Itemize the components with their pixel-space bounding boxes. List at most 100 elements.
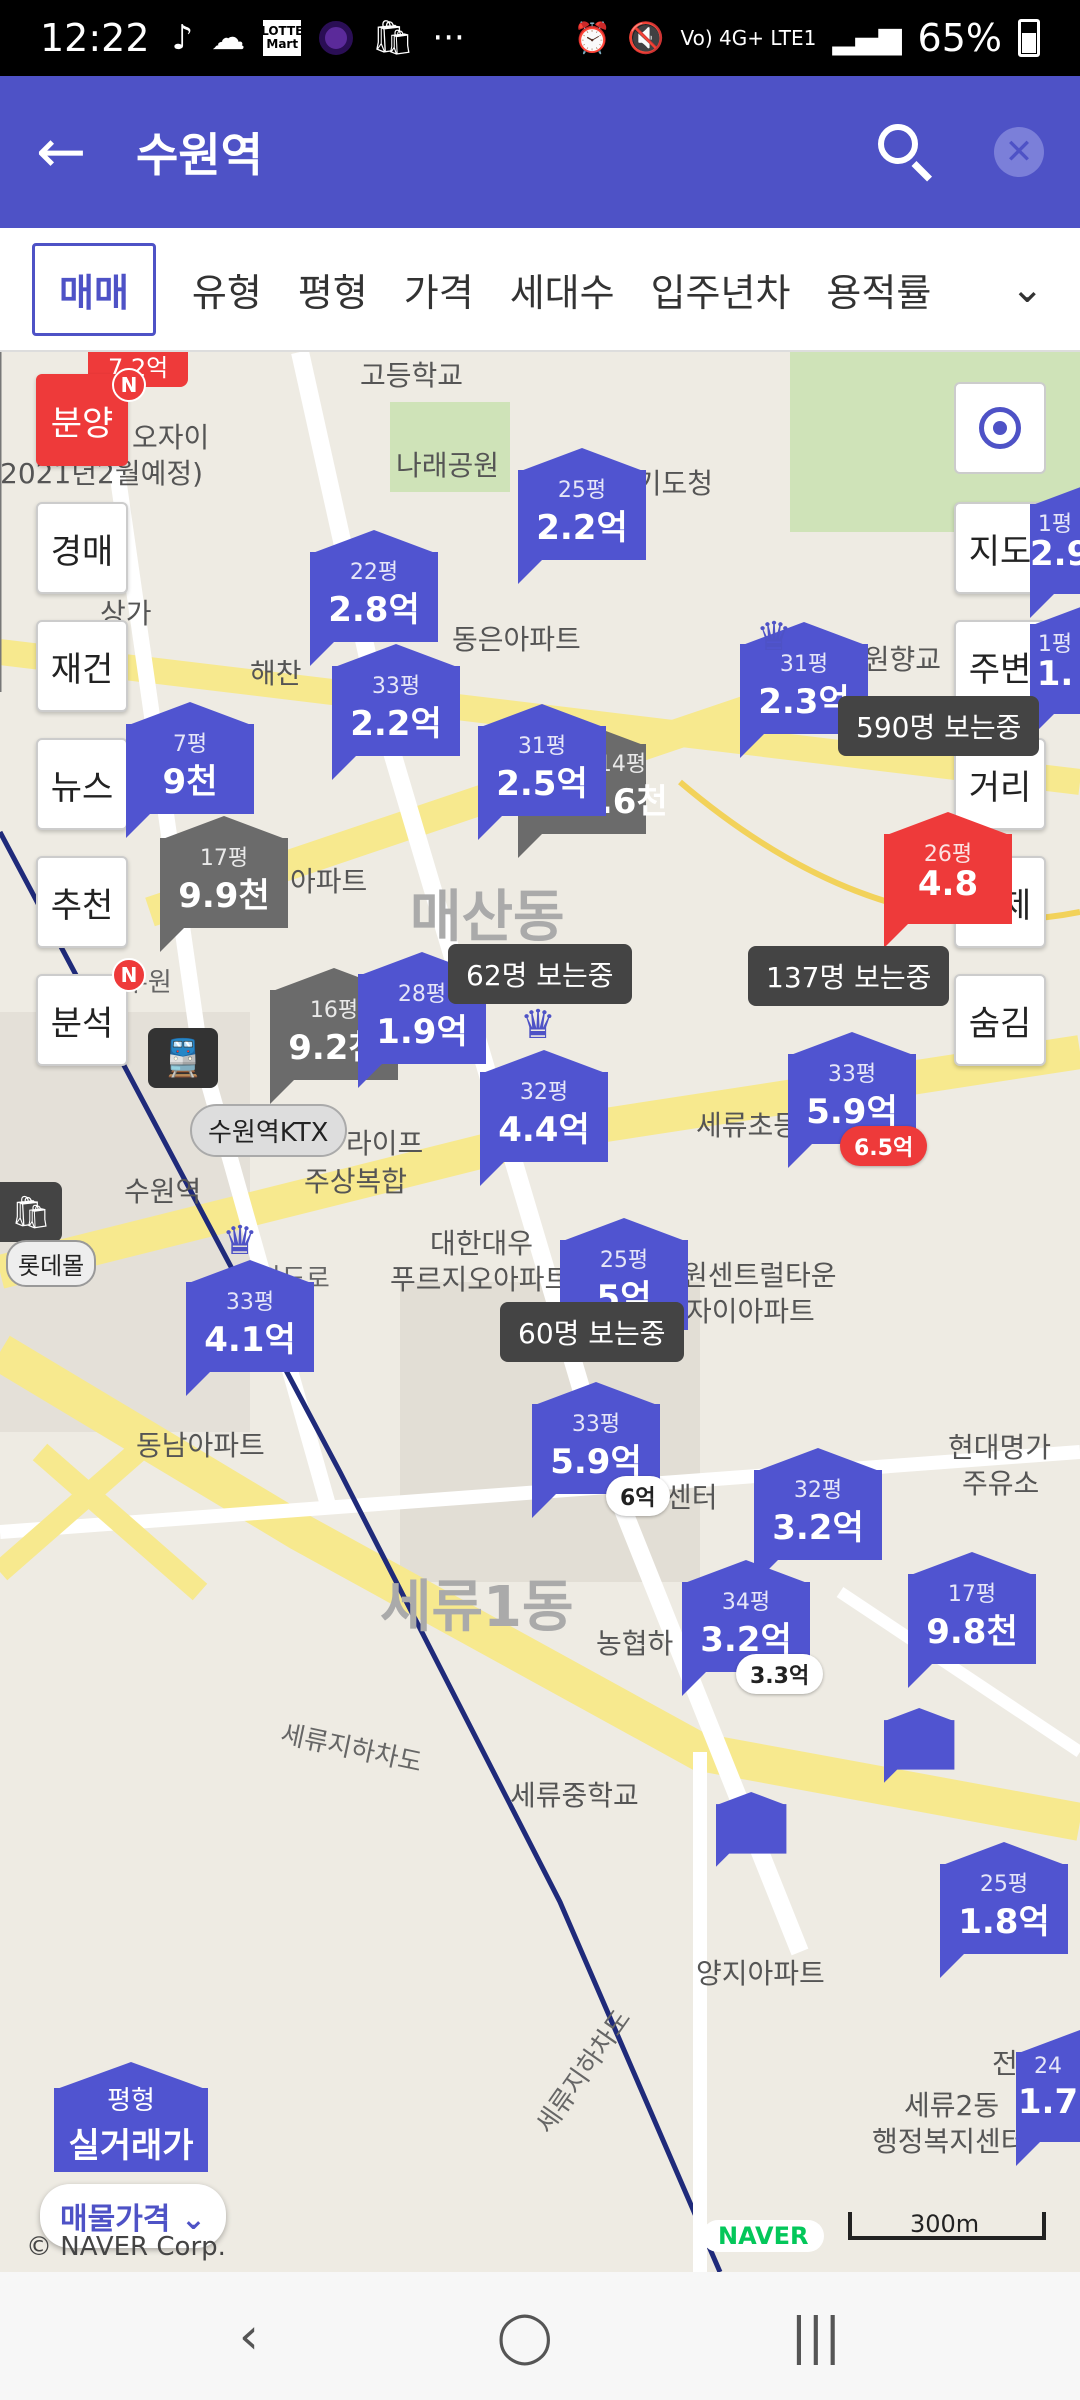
filter-move-in-year[interactable]: 입주년차 <box>651 262 791 317</box>
map-label: 대한대우 <box>430 1227 534 1260</box>
current-location-button[interactable] <box>954 382 1046 474</box>
price-marker[interactable]: 32평 3.2억 <box>754 1448 882 1584</box>
chevron-down-icon[interactable]: ⌄ <box>960 228 1080 350</box>
map-label: 세류중학교 <box>510 1779 639 1812</box>
price-sub-badge: 6.5억 <box>840 1126 928 1166</box>
legend-marker[interactable]: 평형 실거래가 <box>54 2062 208 2172</box>
side-button-auction[interactable]: 경매 <box>36 502 128 594</box>
map-label: 동남아파트 <box>136 1429 265 1462</box>
map-label: 세류2동 <box>904 2089 1000 2122</box>
price-marker[interactable]: 34평 3.2억 3.3억 <box>682 1560 824 1696</box>
mute-icon: 🔇 <box>627 20 665 56</box>
price-marker[interactable]: 26평 4.8 <box>884 812 1012 948</box>
map-label: 현대명가 <box>948 1431 1052 1464</box>
battery-percent: 65% <box>917 16 1002 60</box>
viewers-badge[interactable]: 590명 보는중 <box>838 696 1040 756</box>
map-label: 세류초등 <box>696 1109 800 1142</box>
system-nav-bar: ‹ ◯ ||| <box>0 2272 1080 2400</box>
map-label: 주유소 <box>962 1467 1040 1500</box>
station-label[interactable]: 수원역KTX <box>190 1104 347 1157</box>
viewers-badge[interactable]: 62명 보는중 <box>448 944 632 1004</box>
side-button-news[interactable]: 뉴스 <box>36 738 128 830</box>
shopping-bag-icon[interactable]: 🛍 <box>0 1182 62 1242</box>
price-marker[interactable]: 33평 2.2억 <box>332 644 460 780</box>
side-button-rebuild[interactable]: 재건 <box>36 620 128 712</box>
price-marker[interactable]: 7평 9천 <box>126 702 254 838</box>
alarm-icon: ⏰ <box>573 20 612 56</box>
viewers-badge[interactable]: 137명 보는중 <box>748 946 950 1006</box>
cloud-icon: ☁ <box>211 18 246 58</box>
filter-price[interactable]: 가격 <box>404 262 474 317</box>
filter-floor-area-ratio[interactable]: 용적률 <box>826 262 931 317</box>
map-view[interactable]: 고등학교 나래공원 경기도청 오자이 2021년2월예정) 상가 동은아파트 해… <box>0 352 1080 2272</box>
nav-home-icon[interactable]: ◯ <box>497 2307 553 2365</box>
side-button-recommend[interactable]: 추천 <box>36 856 128 948</box>
map-label: 행정복지센터 <box>872 2125 1027 2158</box>
side-button-hide[interactable]: 숨김 <box>954 974 1046 1066</box>
crown-icon: ♛ <box>756 614 792 660</box>
legend-line1: 평형 <box>107 2086 155 2116</box>
map-label: 센터 <box>666 1481 718 1514</box>
naver-logo: NAVER <box>702 2220 825 2252</box>
price-marker[interactable]: 17평 9.9천 <box>160 816 288 952</box>
copyright: © NAVER Corp. <box>26 2232 226 2262</box>
price-marker[interactable]: 32평 4.4억 <box>480 1050 608 1186</box>
price-marker[interactable]: 25평 1.8억 <box>940 1842 1068 1978</box>
viewers-badge[interactable]: 60명 보는중 <box>500 1302 684 1362</box>
more-icon: ··· <box>432 18 465 58</box>
map-label: 아파트 <box>290 865 368 898</box>
filter-bar: 매매 유형 평형 가격 세대수 입주년차 용적률 ⌄ <box>0 228 1080 352</box>
new-badge: N <box>112 368 146 402</box>
map-label: 주상복합 <box>304 1165 408 1198</box>
search-icon[interactable] <box>874 120 938 184</box>
search-query[interactable]: 수원역 <box>136 119 263 185</box>
district-label: 매산동 <box>410 885 565 950</box>
clear-icon[interactable]: ✕ <box>994 127 1044 177</box>
music-icon: ♪ <box>171 18 194 58</box>
train-icon[interactable]: 🚆 <box>148 1028 218 1088</box>
filter-area[interactable]: 평형 <box>298 262 368 317</box>
map-label: 원센트럴타운 <box>682 1259 837 1292</box>
filter-type[interactable]: 유형 <box>192 262 262 317</box>
back-arrow-icon[interactable]: ← <box>36 117 116 187</box>
poi-label[interactable]: 롯데몰 <box>6 1240 97 1287</box>
price-marker[interactable]: 33평 4.1억 <box>186 1260 314 1396</box>
nav-back-icon[interactable]: ‹ <box>239 2307 259 2365</box>
filter-trade-type[interactable]: 매매 <box>32 242 156 336</box>
district-label: 세류1동 <box>380 1575 574 1640</box>
crown-icon: ♛ <box>222 1218 258 1264</box>
price-marker-cluster[interactable] <box>884 1708 955 1783</box>
map-label: 자이아파트 <box>686 1295 815 1328</box>
price-marker[interactable]: 31평 2.5억 <box>478 704 606 840</box>
price-marker[interactable]: 22평 2.8억 <box>310 530 438 666</box>
map-label: 푸르지오아파트 <box>390 1263 571 1296</box>
circle-app-icon <box>319 21 354 55</box>
price-sub-badge: 6억 <box>606 1476 670 1516</box>
price-sub-badge: 3.3억 <box>736 1654 824 1694</box>
map-label: 나래공원 <box>396 449 500 482</box>
price-marker[interactable]: 24 1.7 <box>1016 2030 1080 2166</box>
search-header: ← 수원역 ✕ <box>0 76 1080 228</box>
price-marker[interactable]: 33평 5.9억 6.5억 <box>788 1032 928 1168</box>
map-label: 오자이 <box>132 421 210 454</box>
scale-label: 300m <box>910 2210 980 2238</box>
status-time: 12:22 <box>40 16 150 60</box>
lotte-mart-icon: LOTTE Mart <box>261 20 303 56</box>
map-label: 농협하 <box>596 1627 674 1660</box>
price-marker-cluster[interactable] <box>716 1792 787 1867</box>
battery-icon <box>1018 19 1040 57</box>
map-label: 고등학교 <box>360 359 464 392</box>
status-bar: 12:22 ♪ ☁ LOTTE Mart 🛍 ··· ⏰ 🔇 Vo) 4G+ L… <box>0 0 1080 76</box>
bag-icon: 🛍 <box>371 18 415 58</box>
price-marker[interactable]: 25평 2.2억 <box>518 448 646 584</box>
price-marker[interactable]: 1평 2.9 <box>1030 482 1080 618</box>
network-label: Vo) 4G+ LTE1 <box>680 26 817 50</box>
price-marker[interactable]: 17평 9.8천 <box>908 1552 1036 1688</box>
location-icon <box>979 407 1021 449</box>
map-label: 동은아파트 <box>452 623 581 656</box>
price-marker[interactable]: 33평 5.9억 6억 <box>532 1382 670 1518</box>
new-badge: N <box>112 958 146 992</box>
side-button-analysis[interactable]: 분석 <box>36 974 128 1066</box>
nav-recent-icon[interactable]: ||| <box>791 2307 842 2365</box>
filter-households[interactable]: 세대수 <box>510 262 615 317</box>
